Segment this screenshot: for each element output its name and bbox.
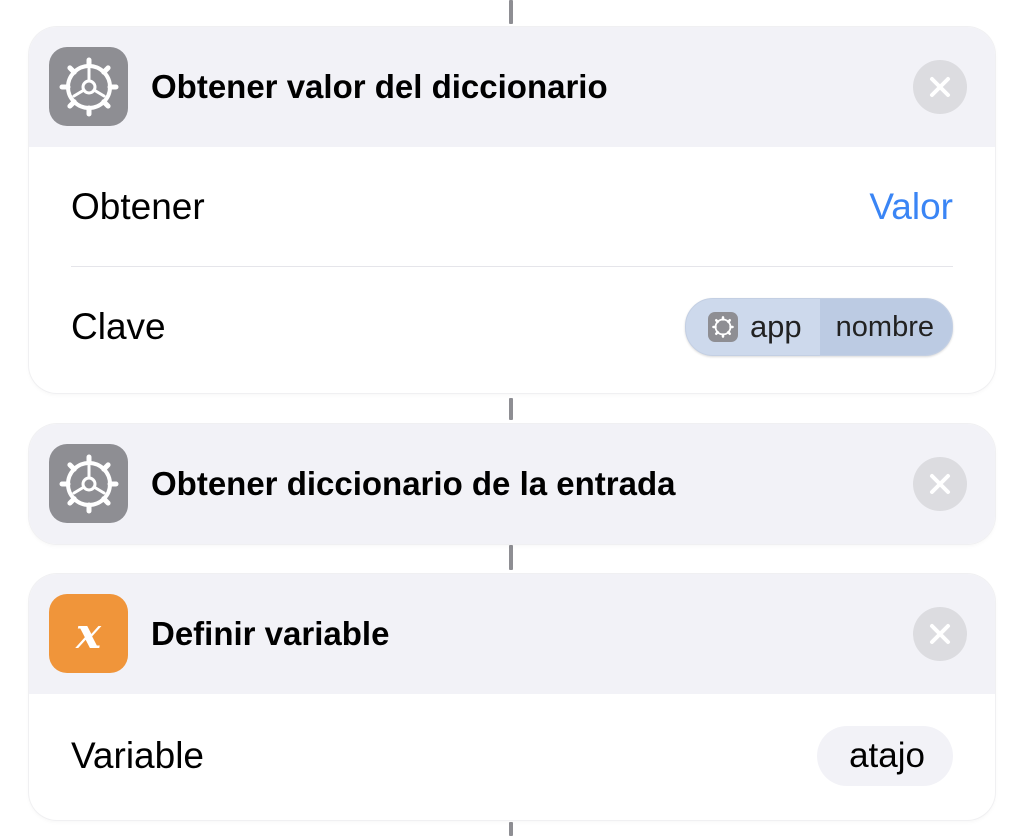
token-property[interactable]: nombre xyxy=(819,299,952,355)
remove-action-button[interactable] xyxy=(913,60,967,114)
variable-glyph: x xyxy=(75,608,102,658)
remove-action-button[interactable] xyxy=(913,607,967,661)
close-icon xyxy=(930,77,950,97)
token-variable[interactable]: app xyxy=(686,299,820,355)
variable-icon: x xyxy=(49,594,128,673)
action-title: Definir variable xyxy=(151,615,390,652)
action-header: Obtener diccionario de la entrada xyxy=(29,424,995,544)
get-value-selector[interactable]: Valor xyxy=(869,186,953,228)
flow-connector xyxy=(509,0,513,24)
remove-action-button[interactable] xyxy=(913,457,967,511)
action-card-get-dictionary-from-input[interactable]: Obtener diccionario de la entrada xyxy=(29,424,995,544)
variable-name-field[interactable]: atajo xyxy=(817,726,953,786)
flow-connector xyxy=(509,545,513,570)
flow-connector xyxy=(509,822,513,836)
close-icon xyxy=(930,474,950,494)
action-card-set-variable[interactable]: x Definir variable Variable atajo xyxy=(29,574,995,820)
gear-icon xyxy=(707,312,738,342)
action-header: x Definir variable xyxy=(29,574,995,694)
param-label: Variable xyxy=(71,735,205,776)
param-row-variable: Variable atajo xyxy=(71,694,953,818)
magic-variable-token[interactable]: app nombre xyxy=(684,298,953,356)
param-label: Clave xyxy=(71,306,166,347)
gear-icon xyxy=(49,47,128,126)
action-title: Obtener valor del diccionario xyxy=(151,68,608,105)
action-header: Obtener valor del diccionario xyxy=(29,27,995,147)
param-row-get: Obtener Valor xyxy=(71,147,953,267)
action-title: Obtener diccionario de la entrada xyxy=(151,465,676,502)
token-variable-label: app xyxy=(749,309,802,344)
gear-icon xyxy=(49,444,128,523)
flow-connector xyxy=(509,398,513,420)
action-card-get-dictionary-value[interactable]: Obtener valor del diccionario Obtener Va… xyxy=(29,27,995,393)
close-icon xyxy=(930,624,950,644)
param-label: Obtener xyxy=(71,186,205,227)
param-row-key: Clave app nombre xyxy=(71,267,953,387)
